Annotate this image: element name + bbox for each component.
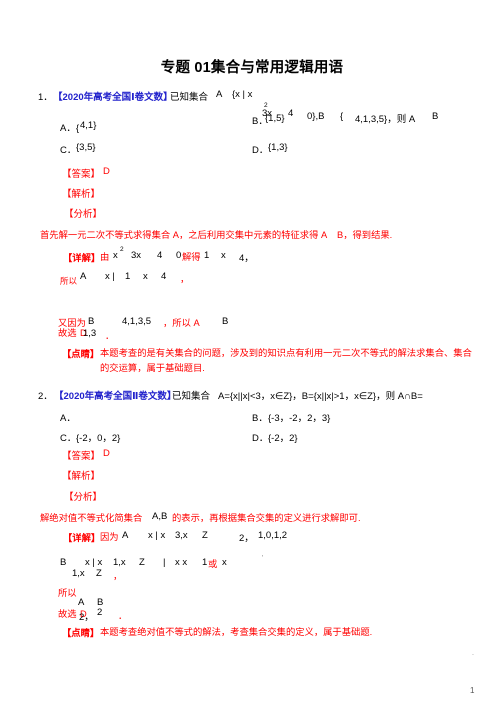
problem-1-suoyi-x: x <box>143 271 148 282</box>
problem-1-fenxi-label: 【分析】 <box>64 209 103 220</box>
problem-1-dianjing-label: 【点睛】 <box>62 349 100 359</box>
problem-1-expr-0b: 0},B <box>307 111 325 122</box>
problem-1-source-tag: 【2020年高考全国Ⅰ卷文数】 <box>53 92 173 103</box>
problem-1-dianjing-text: 本题考查的是有关集合的问题，涉及到的知识点有利用一元二次不等式的解法求集合、集合… <box>100 348 472 373</box>
problem-1-stem-lead: 已知集合 <box>170 92 209 103</box>
problem-2-guxuan-overlap-1: 2， <box>79 612 94 623</box>
problem-1-xiangjie-0: 0 <box>176 250 182 261</box>
problem-1-option-c-value[interactable]: {3,5} <box>76 142 96 153</box>
problem-1-brace-open: {x | x <box>232 89 253 100</box>
problem-2-xiangjie-label: 【详解】 <box>63 533 101 543</box>
problem-2-line-b-bar: | <box>163 557 166 568</box>
problem-1-xiangjie-r1: 1 <box>204 250 210 261</box>
page-title: 专题 01集合与常用逻辑用语 <box>160 60 344 76</box>
problem-1-xiangjie-4: 4 <box>157 250 163 261</box>
problem-1-number: 1． <box>38 92 53 103</box>
problem-1-suoyi-comma: ， <box>180 274 190 284</box>
problem-2-dianjing-text: 本题考查绝对值不等式的解法，考查集合交集的定义，属于基础题. <box>100 627 373 637</box>
problem-2-option-b-value[interactable]: {-3，-2，2，3} <box>268 410 330 424</box>
problem-1-set-a: A <box>216 89 223 100</box>
problem-1-option-a-label[interactable]: A．{ <box>60 120 79 134</box>
problem-2-option-c-label[interactable]: C． <box>60 430 76 444</box>
problem-1-xiangjie-rx: x <box>221 250 226 261</box>
document-page: 专题 01集合与常用逻辑用语 1． 【2020年高考全国Ⅰ卷文数】 已知集合 A… <box>0 0 504 712</box>
problem-1-expr-4: 4 <box>288 108 294 119</box>
problem-1-youyinwei-b: B <box>88 316 95 327</box>
problem-2-xiangjie-a: A <box>122 530 129 541</box>
problem-1-youyinwei-tail2: B <box>222 316 229 327</box>
problem-1-stem-tail: B <box>432 111 439 122</box>
problem-2-xiangjie-lt: 3,x <box>175 530 188 541</box>
problem-2-line-b-z: Z <box>139 557 145 568</box>
problem-1-jiexi-label: 【解析】 <box>62 189 101 200</box>
problem-2-line-b-wrap1: 1,x <box>72 568 85 579</box>
problem-1-set-b-open: { <box>340 111 344 122</box>
problem-2-line-b-x: x <box>222 557 227 568</box>
problem-2-xiangjie-lead: 因为 <box>100 532 119 542</box>
problem-2-option-a-label[interactable]: A． <box>60 410 76 424</box>
problem-2-fenxi-label: 【分析】 <box>64 492 103 503</box>
problem-2-line-b-one: 1 <box>202 557 208 568</box>
problem-2-fenxi-text-1: 解绝对值不等式化简集合 <box>40 513 143 523</box>
problem-1-suoyi-r: 4 <box>161 271 167 282</box>
problem-1-xiangjie-x: x <box>113 250 118 261</box>
problem-2-xiangjie-z: Z <box>202 530 208 541</box>
problem-2-answer-label: 【答案】 <box>62 451 101 462</box>
problem-1-xiangjie-lead: 由 <box>100 252 110 262</box>
problem-2-option-d-value[interactable]: {-2，2} <box>268 430 298 444</box>
problem-1-suoyi-l: 1 <box>125 271 131 282</box>
problem-2-line-b-or: 或 <box>208 559 218 569</box>
problem-1-suoyi-set: x | <box>105 271 115 282</box>
problem-2-source-tag: 【2020年高考全国Ⅱ卷文数】 <box>54 391 177 402</box>
problem-1-youyinwei-tail: ，所以 A <box>163 318 200 328</box>
problem-1-suoyi-label: 所以 <box>60 276 78 286</box>
problem-2-xiangjie-abs: x | x <box>148 530 166 541</box>
problem-2-stem-lead: 已知集合 <box>172 391 211 402</box>
problem-1-xiangjie-label: 【详解】 <box>63 253 101 263</box>
problem-1-answer-value: D <box>103 166 110 177</box>
problem-2-guxuan-period: ． <box>118 611 128 621</box>
problem-2-option-c-value[interactable]: {-2，0，2} <box>76 430 120 444</box>
problem-2-guxuan-overlap-2: 2 <box>97 607 103 618</box>
problem-1-guxuan-label: 故选 <box>58 328 77 338</box>
problem-2-guxuan-label: 故选 <box>58 609 77 619</box>
problem-1-xiangjie-3x: 3x <box>131 250 142 261</box>
problem-2-dianjing-label: 【点睛】 <box>62 628 100 638</box>
problem-1-answer-label: 【答案】 <box>62 169 101 180</box>
problem-1-xiangjie-jiede: 解得 <box>182 252 201 262</box>
problem-1-set-b-elems: 4,1,3,5}，则 A <box>355 114 416 125</box>
problem-2-number: 2． <box>38 391 53 402</box>
problem-2-fenxi-text-2: 的表示，再根据集合交集的定义进行求解即可. <box>172 513 361 523</box>
problem-1-option-a-value[interactable]: 4,1} <box>80 120 96 131</box>
problem-1-guxuan-overlap: 1,3 <box>83 328 97 339</box>
problem-2-line-b-xx: x x <box>175 557 188 568</box>
problem-1-option-d-label[interactable]: D． <box>252 142 268 156</box>
problem-2-line-b-comma: ， <box>113 571 123 581</box>
problem-1-option-c-label[interactable]: C． <box>60 142 76 156</box>
problem-2-suoyi-label: 所以 <box>58 588 77 598</box>
problem-2-line-b-stray-mark: ' <box>262 555 264 562</box>
problem-2-line-b-gt: 1,x <box>113 557 126 568</box>
problem-2-jiexi-label: 【解析】 <box>62 471 101 482</box>
page-stray-mark: . <box>472 650 474 657</box>
problem-1-option-b-value[interactable]: {1,5} <box>265 113 285 124</box>
problem-2-option-d-label[interactable]: D． <box>252 430 268 444</box>
problem-2-fenxi-text-mid: A,B <box>152 511 168 522</box>
problem-2-xiangjie-set: 2， <box>239 533 254 544</box>
problem-2-line-b-wrap2: Z <box>96 568 102 579</box>
problem-2-answer-value: D <box>103 448 110 459</box>
problem-2-option-b-label[interactable]: B． <box>252 410 268 424</box>
problem-1-suoyi-a: A <box>80 271 87 282</box>
problem-2-line-b-abs: x | x <box>85 557 103 568</box>
problem-1-fenxi-text: 首先解一元二次不等式求得集合 A，之后利用交集中元素的特征求得 A B，得到结果… <box>40 230 393 240</box>
problem-1-youyinwei-set: 4,1,3,5 <box>122 316 152 327</box>
problem-1-xiangjie-r2: 4， <box>239 253 254 264</box>
problem-1-xiangjie-sup: 2 <box>120 246 124 253</box>
problem-2-xiangjie-set2: 1,0,1,2 <box>258 530 288 541</box>
page-number: 1 <box>470 686 475 695</box>
problem-2-stem-body: A={x||x|<3，x∈Z}，B={x||x|>1，x∈Z}，则 A∩B= <box>218 391 423 402</box>
problem-1-guxuan-period: ． <box>105 331 115 341</box>
problem-2-line-b: B <box>60 557 67 568</box>
problem-1-option-d-value[interactable]: {1,3} <box>268 142 288 153</box>
